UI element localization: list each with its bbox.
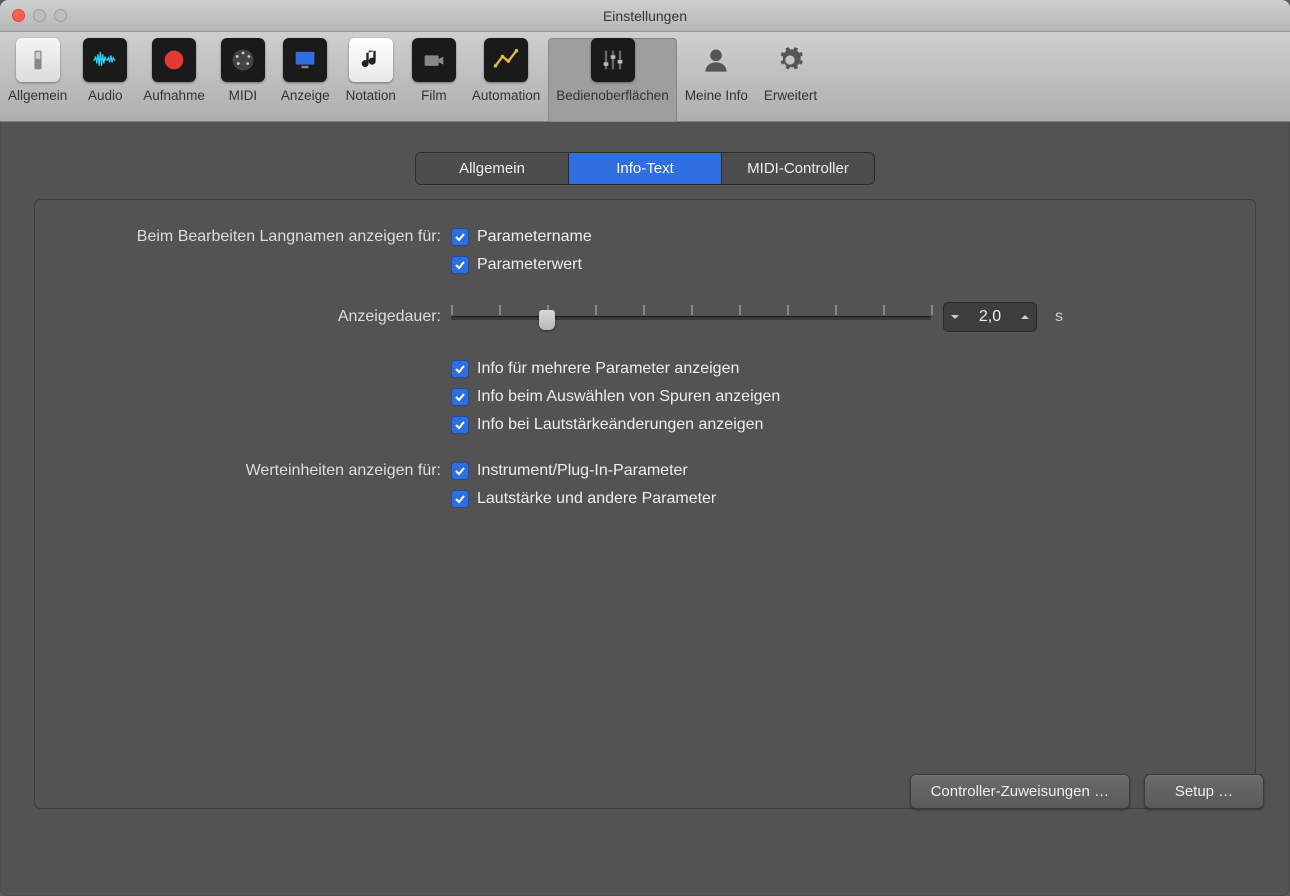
midi-icon bbox=[221, 38, 265, 82]
toolbar-label: Film bbox=[421, 88, 447, 103]
preferences-window: Einstellungen Allgemein Audio Aufnahme M… bbox=[0, 0, 1290, 896]
bottom-buttons: Controller-Zuweisungen … Setup … bbox=[910, 774, 1264, 809]
toolbar: Allgemein Audio Aufnahme MIDI Anzeige bbox=[0, 32, 1290, 122]
stepper-up[interactable] bbox=[1014, 303, 1036, 331]
toolbar-item-notation[interactable]: Notation bbox=[338, 38, 404, 122]
check-label: Info beim Auswählen von Spuren anzeigen bbox=[477, 388, 780, 406]
toolbar-label: Audio bbox=[88, 88, 123, 103]
check-label: Parametername bbox=[477, 228, 592, 246]
controller-assignments-button[interactable]: Controller-Zuweisungen … bbox=[910, 774, 1130, 809]
toolbar-label: Aufnahme bbox=[143, 88, 205, 103]
titlebar: Einstellungen bbox=[0, 0, 1290, 32]
toolbar-label: MIDI bbox=[229, 88, 258, 103]
checkbox-track-select[interactable] bbox=[451, 388, 469, 406]
toolbar-label: Bedienoberflächen bbox=[556, 88, 669, 103]
toolbar-item-bedienoberflaechen[interactable]: Bedienoberflächen bbox=[548, 38, 677, 122]
duration-stepper: 2,0 bbox=[943, 302, 1037, 332]
check-label: Info für mehrere Parameter anzeigen bbox=[477, 360, 739, 378]
settings-panel: Beim Bearbeiten Langnamen anzeigen für: … bbox=[34, 199, 1256, 809]
record-icon bbox=[152, 38, 196, 82]
check-label: Info bei Lautstärkeänderungen anzeigen bbox=[477, 416, 763, 434]
toolbar-label: Notation bbox=[346, 88, 396, 103]
toolbar-label: Erweitert bbox=[764, 88, 817, 103]
waveform-icon bbox=[83, 38, 127, 82]
toolbar-item-anzeige[interactable]: Anzeige bbox=[273, 38, 338, 122]
person-icon bbox=[694, 38, 738, 82]
units-label: Werteinheiten anzeigen für: bbox=[65, 462, 451, 480]
gear-icon bbox=[768, 38, 812, 82]
checkbox-parametername[interactable] bbox=[451, 228, 469, 246]
toolbar-item-film[interactable]: Film bbox=[404, 38, 464, 122]
notation-icon bbox=[349, 38, 393, 82]
automation-icon bbox=[484, 38, 528, 82]
checkbox-multiple-params[interactable] bbox=[451, 360, 469, 378]
duration-value[interactable]: 2,0 bbox=[966, 308, 1014, 326]
display-icon bbox=[283, 38, 327, 82]
toolbar-item-midi[interactable]: MIDI bbox=[213, 38, 273, 122]
faders-icon bbox=[591, 38, 635, 82]
setup-button[interactable]: Setup … bbox=[1144, 774, 1264, 809]
toolbar-item-automation[interactable]: Automation bbox=[464, 38, 548, 122]
window-title: Einstellungen bbox=[0, 8, 1290, 24]
checkbox-instrument-plugin[interactable] bbox=[451, 462, 469, 480]
camera-icon bbox=[412, 38, 456, 82]
longname-label: Beim Bearbeiten Langnamen anzeigen für: bbox=[65, 228, 451, 246]
duration-label: Anzeigedauer: bbox=[65, 308, 451, 326]
toolbar-label: Allgemein bbox=[8, 88, 67, 103]
sub-tabs: Allgemein Info-Text MIDI-Controller bbox=[415, 152, 875, 185]
toolbar-item-erweitert[interactable]: Erweitert bbox=[756, 38, 825, 122]
toolbar-label: Meine Info bbox=[685, 88, 748, 103]
toolbar-label: Automation bbox=[472, 88, 540, 103]
check-label: Instrument/Plug-In-Parameter bbox=[477, 462, 688, 480]
switch-icon bbox=[16, 38, 60, 82]
tab-midi-controller[interactable]: MIDI-Controller bbox=[722, 153, 874, 184]
tab-info-text[interactable]: Info-Text bbox=[569, 153, 722, 184]
tab-allgemein[interactable]: Allgemein bbox=[416, 153, 569, 184]
toolbar-item-audio[interactable]: Audio bbox=[75, 38, 135, 122]
toolbar-item-meine-info[interactable]: Meine Info bbox=[677, 38, 756, 122]
check-label: Parameterwert bbox=[477, 256, 582, 274]
check-label: Lautstärke und andere Parameter bbox=[477, 490, 716, 508]
content-area: Allgemein Info-Text MIDI-Controller Beim… bbox=[0, 122, 1290, 829]
toolbar-item-allgemein[interactable]: Allgemein bbox=[0, 38, 75, 122]
duration-slider[interactable] bbox=[451, 305, 931, 329]
duration-unit: s bbox=[1055, 308, 1063, 326]
stepper-down[interactable] bbox=[944, 303, 966, 331]
toolbar-label: Anzeige bbox=[281, 88, 330, 103]
checkbox-volume-change[interactable] bbox=[451, 416, 469, 434]
toolbar-item-aufnahme[interactable]: Aufnahme bbox=[135, 38, 213, 122]
checkbox-parameterwert[interactable] bbox=[451, 256, 469, 274]
checkbox-volume-other[interactable] bbox=[451, 490, 469, 508]
